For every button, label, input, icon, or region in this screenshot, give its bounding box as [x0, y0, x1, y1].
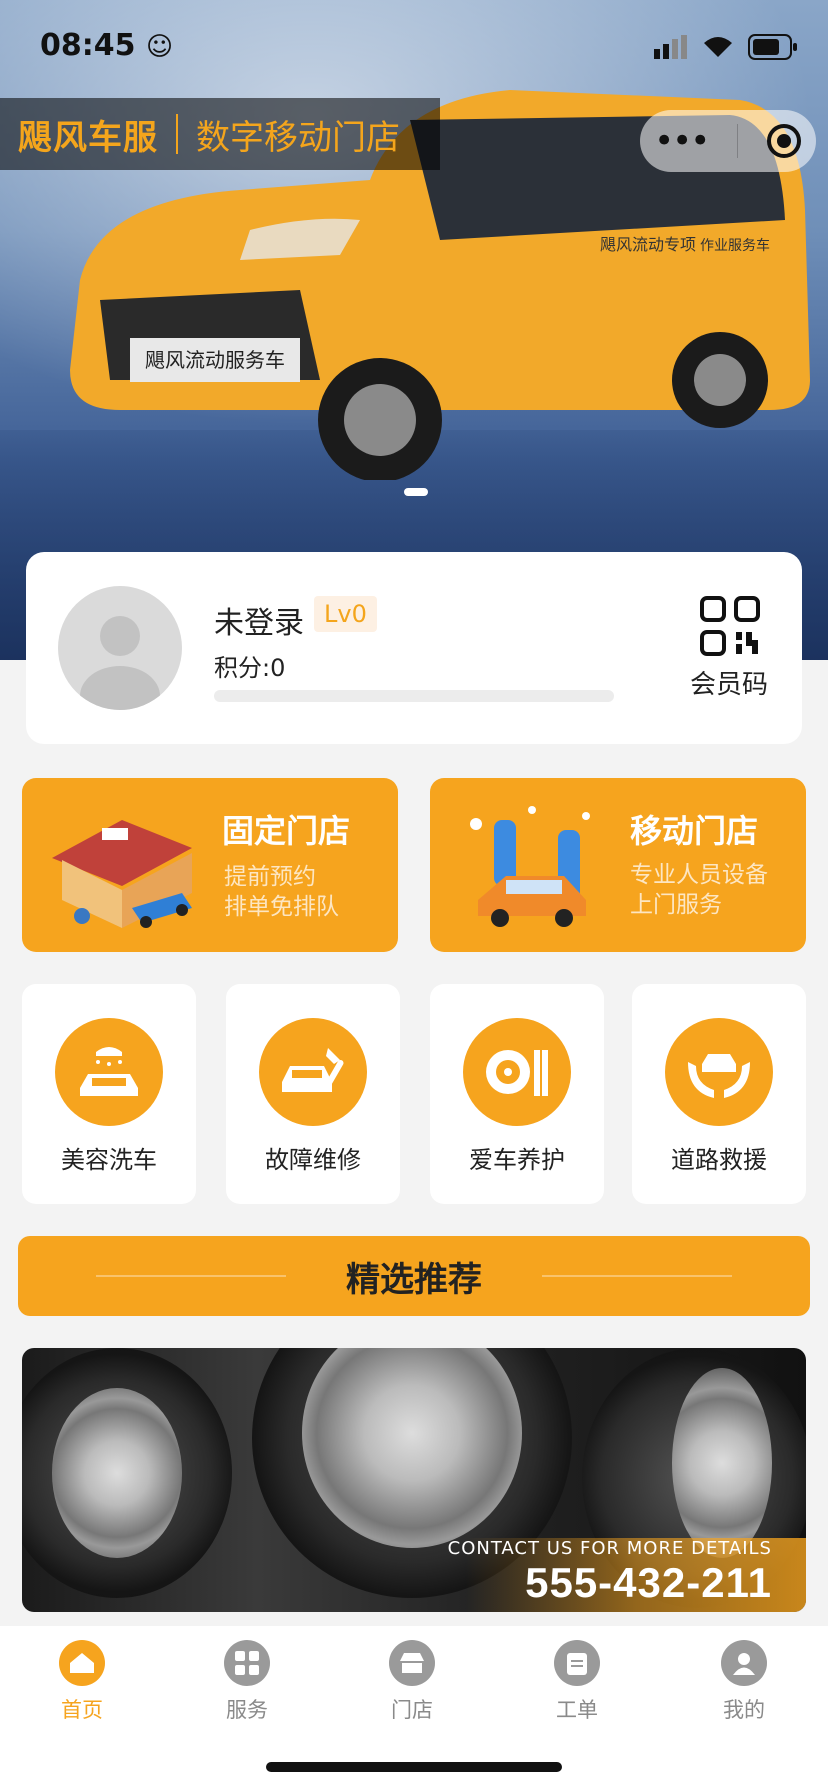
- service-road-rescue[interactable]: 道路救援: [632, 984, 806, 1204]
- rim-left: [52, 1388, 182, 1558]
- fixed-store-desc-line2: 排单免排队: [224, 894, 339, 920]
- car-wash-icon: [55, 1018, 163, 1126]
- miniprogram-capsule: •••: [640, 110, 816, 172]
- user-glyph: [733, 1653, 755, 1675]
- mobile-store-illustration: [470, 806, 590, 927]
- qr-code-icon[interactable]: [700, 596, 760, 656]
- brand-bar: 飓风车服 数字移动门店: [0, 98, 440, 170]
- contact-phone: 555-432-211: [525, 1559, 772, 1606]
- service-label: 故障维修: [265, 1146, 361, 1174]
- clipboard-glyph: [567, 1653, 587, 1675]
- mobile-store-desc-line2: 上门服务: [630, 892, 722, 918]
- service-repair[interactable]: 故障维修: [226, 984, 400, 1204]
- home-indicator[interactable]: [266, 1762, 562, 1772]
- level-progress-bar: [214, 690, 614, 702]
- service-car-care[interactable]: 爱车养护: [430, 984, 604, 1204]
- mobile-store-desc-line1: 专业人员设备: [630, 862, 768, 888]
- battery-icon: [748, 34, 797, 60]
- fixed-store-title: 固定门店: [222, 812, 351, 850]
- home-icon: [59, 1640, 105, 1686]
- home-glyph: [70, 1653, 94, 1673]
- recommend-line-left: [96, 1275, 286, 1277]
- contact-block: CONTACT US FOR MORE DETAILS 555-432-211: [448, 1538, 772, 1607]
- rim-right: [672, 1368, 772, 1558]
- capsule-divider: [736, 124, 738, 158]
- service-label: 美容洗车: [61, 1146, 157, 1174]
- svg-text:飓风流动专项: 飓风流动专项: [600, 235, 696, 254]
- member-code-label[interactable]: 会员码: [690, 664, 768, 701]
- tire-promo-banner[interactable]: CONTACT US FOR MORE DETAILS 555-432-211: [22, 1348, 806, 1612]
- default-avatar-icon: [80, 616, 160, 710]
- wifi-icon: [704, 37, 732, 57]
- clipboard-icon: [554, 1640, 600, 1686]
- recommend-header: 精选推荐: [18, 1236, 810, 1316]
- tab-label: 工单: [556, 1698, 598, 1722]
- fixed-store-desc: 提前预约 排单免排队: [224, 862, 339, 922]
- mobile-store-desc: 专业人员设备 上门服务: [630, 860, 768, 920]
- tab-orders[interactable]: 工单: [527, 1640, 627, 1724]
- car-care-icon: [463, 1018, 571, 1126]
- fixed-store-desc-line1: 提前预约: [224, 864, 316, 890]
- grid-icon: [224, 1640, 270, 1686]
- user-icon: [721, 1640, 767, 1686]
- service-label: 爱车养护: [469, 1146, 565, 1174]
- road-rescue-icon: [665, 1018, 773, 1126]
- login-status[interactable]: 未登录: [214, 598, 304, 642]
- tab-home[interactable]: 首页: [32, 1640, 132, 1724]
- status-icons: [654, 34, 798, 60]
- contact-text: CONTACT US FOR MORE DETAILS: [447, 1538, 772, 1559]
- road-rescue-glyph: [688, 1054, 750, 1098]
- signal-icon: [654, 35, 687, 59]
- tab-label: 首页: [61, 1698, 103, 1722]
- car-care-glyph: [486, 1050, 548, 1096]
- service-label: 道路救援: [671, 1146, 767, 1174]
- car-repair-icon: [259, 1018, 367, 1126]
- svg-text:作业服务车: 作业服务车: [700, 237, 770, 254]
- fixed-store-card[interactable]: 固定门店 提前预约 排单免排队: [22, 778, 398, 952]
- carousel-indicator[interactable]: [404, 488, 428, 496]
- status-time: 08:45 ☺: [40, 28, 174, 63]
- smiley-icon: ☺: [145, 32, 174, 62]
- recommend-title: 精选推荐: [346, 1259, 482, 1300]
- points-text: 积分:0: [214, 654, 286, 682]
- tab-label: 服务: [226, 1698, 268, 1722]
- svg-text:飓风流动服务车: 飓风流动服务车: [145, 348, 285, 372]
- fixed-store-illustration: [52, 820, 192, 928]
- tab-mine[interactable]: 我的: [694, 1640, 794, 1724]
- brand-subtitle: 数字移动门店: [196, 117, 400, 158]
- mobile-store-title: 移动门店: [630, 812, 759, 850]
- brand-name: 飓风车服: [18, 117, 158, 158]
- more-icon[interactable]: •••: [654, 121, 710, 161]
- brand-divider: [176, 114, 178, 154]
- tab-label: 门店: [391, 1698, 433, 1722]
- service-car-wash[interactable]: 美容洗车: [22, 984, 196, 1204]
- store-glyph: [400, 1653, 424, 1673]
- avatar[interactable]: [58, 586, 182, 710]
- close-target-icon[interactable]: [766, 123, 802, 159]
- store-icon: [389, 1640, 435, 1686]
- level-badge: Lv0: [314, 596, 377, 632]
- recommend-line-right: [542, 1275, 732, 1277]
- grid-glyph: [235, 1651, 259, 1675]
- tab-store[interactable]: 门店: [362, 1640, 462, 1724]
- tab-label: 我的: [723, 1698, 765, 1722]
- car-wash-glyph: [80, 1047, 138, 1096]
- mobile-store-card[interactable]: 移动门店 专业人员设备 上门服务: [430, 778, 806, 952]
- car-repair-glyph: [282, 1048, 344, 1092]
- tab-service[interactable]: 服务: [197, 1640, 297, 1724]
